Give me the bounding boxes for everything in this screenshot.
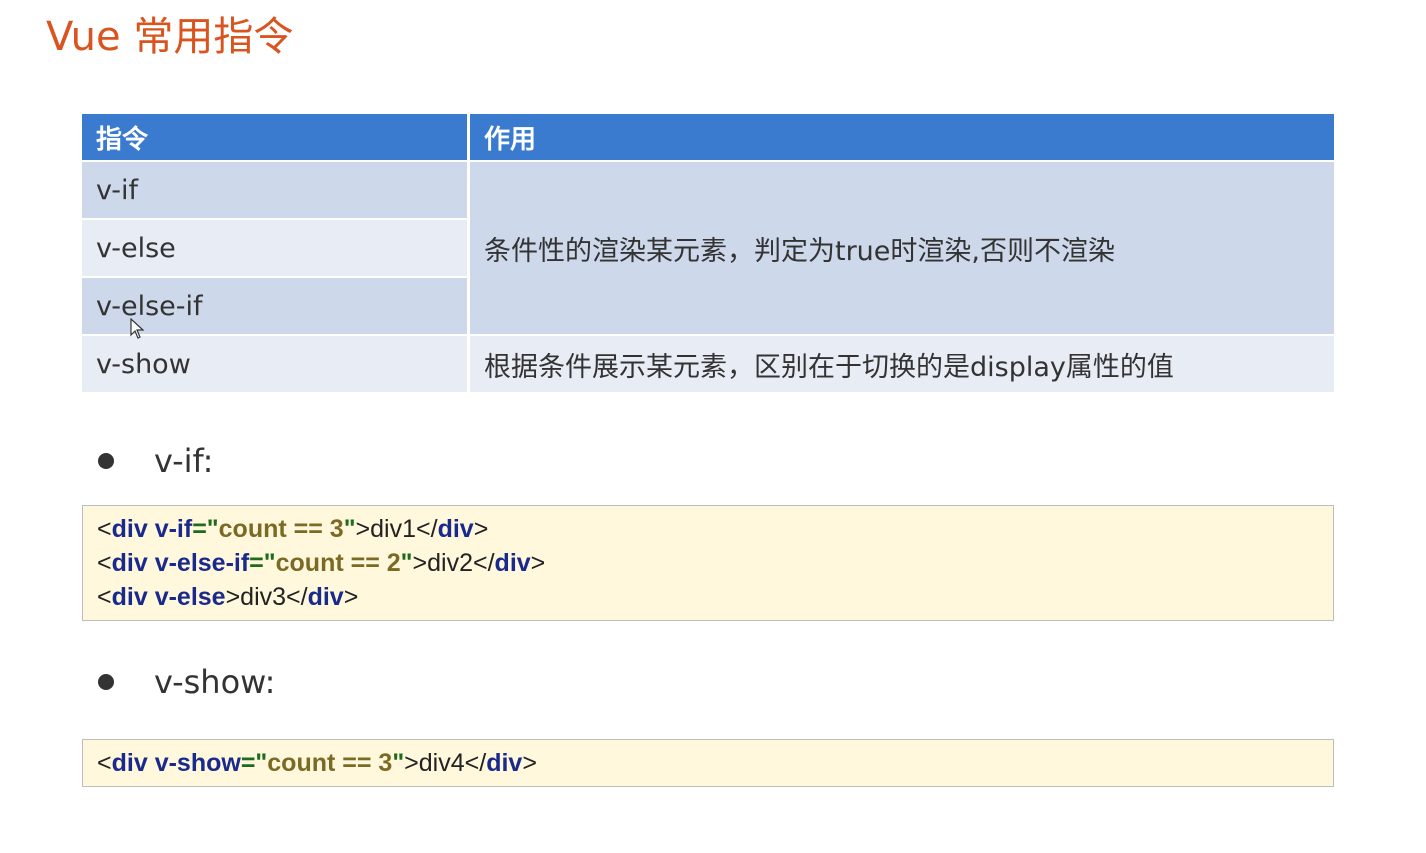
code-token: <: [97, 583, 112, 611]
table-row: v-show 根据条件展示某元素，区别在于切换的是display属性的值: [82, 334, 1334, 392]
bullet-icon: [98, 674, 114, 690]
code-block-v-show: <div v-show="count == 3">div4</div>: [82, 739, 1334, 787]
code-token: ": [400, 549, 413, 577]
directive-cell: v-if: [82, 160, 470, 218]
code-token: >: [522, 749, 537, 777]
section-heading-v-if: v-if:: [98, 442, 213, 480]
code-token: count == 3: [218, 515, 344, 543]
table-header-row: 指令 作用: [82, 114, 1334, 160]
mouse-pointer-icon: [130, 318, 144, 339]
code-token: v-if: [154, 515, 193, 543]
code-token: div: [437, 515, 474, 543]
code-token: div: [111, 583, 148, 611]
directive-cell: v-else: [82, 218, 470, 276]
code-token: =": [249, 549, 276, 577]
bullet-icon: [98, 453, 114, 469]
code-token: >div2</: [412, 549, 495, 577]
code-token: =": [240, 749, 268, 777]
directive-table: 指令 作用 v-if 条件性的渲染某元素，判定为true时渲染,否则不渲染 v-…: [82, 114, 1334, 392]
code-token: >: [343, 583, 359, 611]
code-token: <: [97, 549, 112, 577]
directive-cell: v-show: [82, 334, 470, 392]
header-directive: 指令: [82, 114, 470, 160]
code-line: <div v-else>div3</div>: [97, 580, 1333, 614]
code-token: >div4</: [404, 749, 487, 777]
code-token: div: [111, 515, 148, 543]
table-row: v-if 条件性的渲染某元素，判定为true时渲染,否则不渲染: [82, 160, 1334, 334]
section-heading-label: v-show:: [154, 663, 276, 701]
code-token: >div3</: [225, 583, 308, 611]
description-cell: 根据条件展示某元素，区别在于切换的是display属性的值: [470, 334, 1334, 392]
code-token: div: [486, 749, 523, 777]
code-token: ": [392, 749, 405, 777]
code-token: v-else-if: [154, 549, 250, 577]
description-cell: 条件性的渲染某元素，判定为true时渲染,否则不渲染: [470, 160, 1334, 334]
section-heading-label: v-if:: [154, 442, 214, 480]
code-line: <div v-if="count == 3">div1</div>: [97, 512, 1333, 546]
code-token: count == 2: [275, 549, 401, 577]
code-token: v-else: [154, 583, 226, 611]
code-token: ": [343, 515, 356, 543]
page-title: Vue 常用指令: [46, 14, 294, 60]
header-purpose: 作用: [470, 114, 1334, 160]
code-token: count == 3: [267, 749, 393, 777]
code-token: >div1</: [355, 515, 438, 543]
code-line: <div v-else-if="count == 2">div2</div>: [97, 546, 1333, 580]
code-line: <div v-show="count == 3">div4</div>: [97, 746, 1333, 780]
code-token: >: [473, 515, 489, 543]
code-token: >: [530, 549, 546, 577]
code-token: div: [307, 583, 344, 611]
code-token: div: [494, 549, 531, 577]
code-block-v-if: <div v-if="count == 3">div1</div> <div v-…: [82, 505, 1334, 621]
section-heading-v-show: v-show:: [98, 663, 275, 701]
code-token: =": [192, 515, 219, 543]
code-token: div: [111, 549, 148, 577]
code-token: <: [97, 749, 112, 777]
code-token: div: [111, 749, 148, 777]
code-token: v-show: [154, 749, 241, 777]
code-token: <: [97, 515, 112, 543]
